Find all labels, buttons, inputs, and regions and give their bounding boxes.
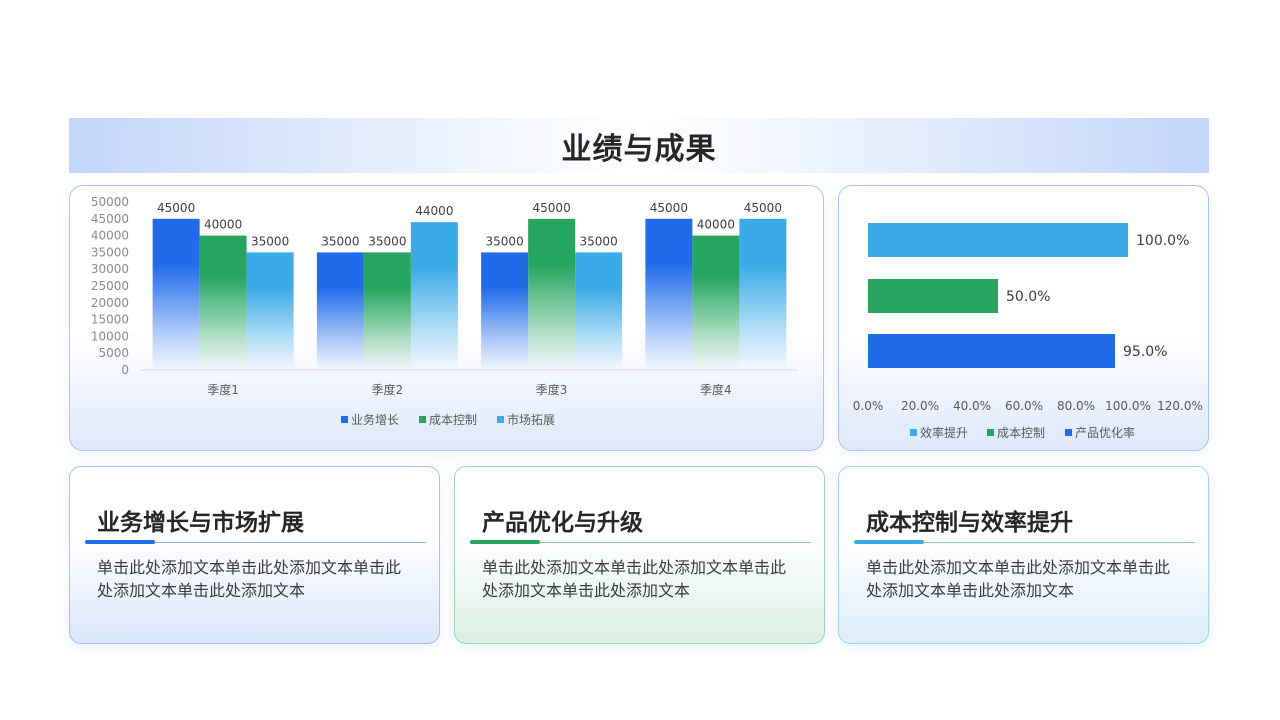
y-tick-label: 10000 — [91, 329, 129, 343]
y-tick-label: 25000 — [91, 279, 129, 293]
y-tick-label: 15000 — [91, 313, 129, 327]
data-label: 35000 — [368, 234, 406, 248]
y-tick-label: 45000 — [91, 212, 129, 226]
bar — [481, 252, 529, 370]
x-tick-label: 季度3 — [536, 382, 568, 397]
bar — [739, 218, 787, 370]
bar — [410, 222, 458, 370]
card-title: 产品优化与升级 — [482, 510, 643, 536]
y-tick-label: 50000 — [91, 195, 129, 209]
y-tick-label: 5000 — [98, 346, 129, 360]
bar — [152, 218, 200, 370]
bar — [246, 252, 294, 370]
bar — [692, 235, 740, 370]
card-product-optimization: 产品优化与升级 单击此处添加文本单击此处添加文本单击此处添加文本单击此处添加文本 — [454, 466, 825, 644]
card-divider-accent — [85, 540, 155, 544]
legend-label: 业务增长 — [351, 412, 399, 427]
card-divider — [854, 540, 1195, 544]
page-title: 业绩与成果 — [561, 131, 717, 167]
data-label: 45000 — [650, 201, 688, 215]
x-tick-label: 80.0% — [1057, 399, 1095, 413]
card-divider-accent — [470, 540, 540, 544]
card-title: 成本控制与效率提升 — [866, 510, 1073, 536]
x-tick-label: 60.0% — [1005, 399, 1043, 413]
y-tick-label: 35000 — [91, 245, 129, 259]
data-label: 45000 — [744, 201, 782, 215]
column-chart: 0 5000 10000 15000 20000 25000 30000 35000 40000… — [91, 195, 798, 427]
legend-swatch — [341, 416, 348, 423]
card-divider — [470, 540, 811, 544]
title-banner: 业绩与成果 — [69, 118, 1209, 173]
hbar — [868, 334, 1115, 368]
x-tick-label: 季度2 — [372, 382, 404, 397]
y-tick-label: 0 — [121, 363, 129, 377]
hbar — [868, 279, 998, 313]
data-label: 50.0% — [1006, 289, 1050, 305]
y-tick-label: 20000 — [91, 296, 129, 310]
legend-label: 效率提升 — [920, 425, 968, 440]
data-label: 35000 — [251, 234, 289, 248]
data-label: 35000 — [321, 234, 359, 248]
x-tick-label: 季度4 — [700, 382, 732, 397]
horizontal-bar-chart-panel: 95.0% 50.0% 100.0% 0.0% 20.0% 40.0% 60.0% 80.0%… — [838, 185, 1209, 451]
data-label: 40000 — [204, 218, 242, 232]
bar — [645, 218, 693, 370]
bar — [199, 235, 247, 370]
data-label: 44000 — [415, 204, 453, 218]
bar — [316, 252, 364, 370]
card-text: 单击此处添加文本单击此处添加文本单击此处添加文本单击此处添加文本 — [482, 558, 787, 600]
legend-label: 成本控制 — [997, 426, 1045, 440]
column-chart-panel: 0 5000 10000 15000 20000 25000 30000 35000 40000… — [69, 185, 824, 451]
x-tick-label: 20.0% — [901, 399, 939, 413]
card-text: 单击此处添加文本单击此处添加文本单击此处添加文本单击此处添加文本 — [866, 558, 1171, 600]
bar — [575, 252, 623, 370]
horizontal-bar-chart: 95.0% 50.0% 100.0% 0.0% 20.0% 40.0% 60.0% 80.0%… — [853, 223, 1203, 440]
y-tick-label: 30000 — [91, 262, 129, 276]
card-cost-efficiency: 成本控制与效率提升 单击此处添加文本单击此处添加文本单击此处添加文本单击此处添加… — [838, 466, 1209, 644]
x-tick-label: 100.0% — [1105, 399, 1151, 413]
data-label: 35000 — [486, 234, 524, 248]
data-label: 95.0% — [1123, 344, 1167, 360]
legend-swatch — [497, 416, 504, 423]
legend-swatch — [1065, 429, 1072, 436]
x-tick-label: 季度1 — [207, 382, 239, 397]
card-business-growth: 业务增长与市场扩展 单击此处添加文本单击此处添加文本单击此处添加文本单击此处添加… — [69, 466, 440, 644]
data-label: 45000 — [533, 201, 571, 215]
data-label: 35000 — [580, 234, 618, 248]
card-title: 业务增长与市场扩展 — [97, 510, 304, 536]
data-label: 100.0% — [1136, 233, 1189, 249]
data-label: 45000 — [157, 201, 195, 215]
card-divider — [85, 540, 426, 544]
x-tick-label: 0.0% — [853, 399, 884, 413]
legend-swatch — [910, 429, 917, 436]
card-text: 单击此处添加文本单击此处添加文本单击此处添加文本单击此处添加文本 — [97, 558, 402, 600]
card-divider-accent — [854, 540, 924, 544]
bar — [363, 252, 411, 370]
legend-label: 产品优化率 — [1075, 425, 1135, 440]
hbar — [868, 223, 1128, 257]
data-label: 40000 — [697, 218, 735, 232]
legend-label: 市场拓展 — [507, 412, 555, 427]
x-tick-label: 40.0% — [953, 399, 991, 413]
legend-swatch — [419, 416, 426, 423]
x-tick-label: 120.0% — [1157, 399, 1203, 413]
legend-label: 成本控制 — [429, 413, 477, 427]
legend-swatch — [987, 429, 994, 436]
y-tick-label: 40000 — [91, 229, 129, 243]
bar — [528, 218, 576, 370]
